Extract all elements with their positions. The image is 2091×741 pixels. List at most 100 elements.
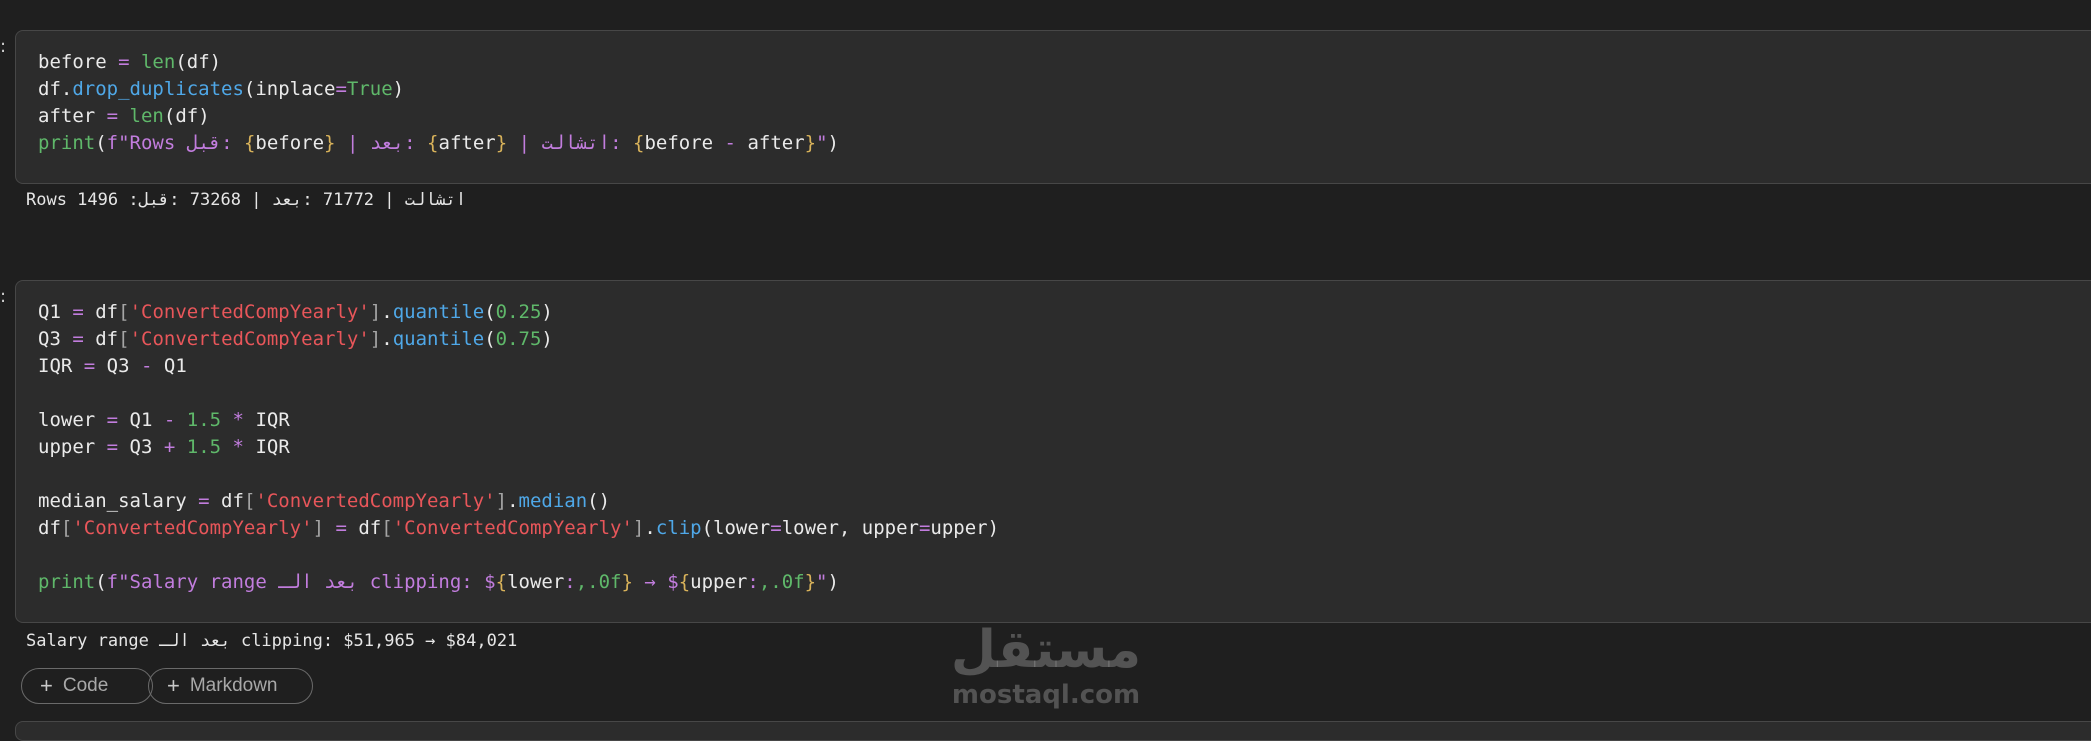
code-token: "	[816, 132, 828, 154]
code-token: f"Salary range بعد الـ clipping: $	[106, 571, 496, 593]
code-token: (df)	[163, 105, 210, 127]
code-line: Q1 = df['ConvertedCompYearly'].quantile(…	[38, 299, 999, 326]
code-editor[interactable]: Q1 = df['ConvertedCompYearly'].quantile(…	[38, 299, 999, 596]
code-token: before	[38, 51, 119, 73]
code-token: *	[232, 436, 244, 458]
add-code-label: Code	[62, 675, 109, 696]
add-markdown-cell-button[interactable]: + Markdown	[148, 668, 313, 704]
code-token: 'ConvertedCompYearly'	[129, 328, 370, 350]
code-token: lower	[38, 409, 107, 431]
code-editor[interactable]: before = len(df) df.drop_duplicates(inpla…	[38, 49, 839, 157]
code-token: 0.75	[495, 328, 542, 350]
code-token: =	[106, 105, 119, 127]
code-line: df['ConvertedCompYearly'] = df['Converte…	[38, 515, 999, 542]
code-token: =	[72, 301, 84, 323]
cell-prompt-marker: :	[0, 286, 7, 307]
code-token: )	[541, 328, 553, 350]
code-token: =	[198, 490, 210, 512]
code-line: df.drop_duplicates(inplace=True)	[38, 76, 839, 103]
code-token: [	[381, 517, 393, 539]
code-token: IQR	[38, 355, 84, 377]
code-token: → $	[632, 571, 679, 593]
code-token: lower, upper	[781, 517, 919, 539]
code-token: median	[518, 490, 588, 512]
code-token: {	[678, 571, 691, 593]
code-token: }	[621, 571, 633, 593]
code-token: f"Rows قبل:	[106, 132, 244, 154]
code-token: 'ConvertedCompYearly'	[255, 490, 496, 512]
code-cell-iqr-clip[interactable]: Q1 = df['ConvertedCompYearly'].quantile(…	[15, 280, 2091, 623]
code-token: =	[770, 517, 782, 539]
code-line: after = len(df)	[38, 103, 839, 130]
code-line: Q3 = df['ConvertedCompYearly'].quantile(…	[38, 326, 999, 353]
code-token: }	[804, 132, 817, 154]
code-token: True	[346, 78, 393, 100]
plus-icon: +	[40, 673, 53, 698]
code-token: after	[736, 132, 805, 154]
code-token: .	[381, 328, 393, 350]
code-token: ()	[587, 490, 611, 512]
code-line: print(f"Salary range بعد الـ clipping: $…	[38, 569, 999, 596]
code-token: [	[118, 301, 130, 323]
code-token: drop_duplicates	[72, 78, 244, 100]
code-token: (	[95, 132, 107, 154]
code-line: before = len(df)	[38, 49, 839, 76]
watermark-arabic: مستقل	[950, 620, 1142, 680]
code-token: Q3	[95, 355, 141, 377]
code-token: )	[827, 132, 839, 154]
code-token: before	[255, 132, 325, 154]
code-token: .	[507, 490, 519, 512]
code-token: upper)	[930, 517, 1000, 539]
code-token: clip	[655, 517, 702, 539]
code-token: }	[324, 132, 336, 154]
code-token: df	[83, 301, 119, 323]
code-token: 1.5	[186, 409, 222, 431]
code-token: {	[633, 132, 645, 154]
code-token: =	[335, 517, 347, 539]
code-token: =	[106, 436, 119, 458]
code-token: print	[38, 132, 96, 154]
code-token: {	[495, 571, 508, 593]
code-token: (	[484, 301, 496, 323]
code-token: df.	[38, 78, 73, 100]
code-token: after	[38, 105, 107, 127]
code-token: 'ConvertedCompYearly'	[129, 301, 370, 323]
code-token: [	[243, 490, 256, 512]
code-token: [	[60, 517, 73, 539]
code-token: (inplace	[243, 78, 336, 100]
code-token: .	[381, 301, 393, 323]
code-token: )	[827, 571, 839, 593]
code-token: =	[72, 328, 84, 350]
code-token: -	[163, 409, 176, 431]
code-line: print(f"Rows قبل: {before} | بعد: {after…	[38, 130, 839, 157]
code-token: -	[724, 132, 736, 154]
code-token: ]	[632, 517, 645, 539]
code-token: (lower	[701, 517, 771, 539]
code-token: {	[243, 132, 256, 154]
code-token: -	[140, 355, 153, 377]
code-token: after	[438, 132, 496, 154]
code-token: )	[541, 301, 553, 323]
code-token: Q1	[38, 301, 73, 323]
code-token: +	[163, 436, 176, 458]
code-token: ]	[369, 328, 382, 350]
code-token: Q3	[38, 328, 73, 350]
next-cell-edge[interactable]	[15, 721, 2091, 741]
code-token: [	[118, 328, 130, 350]
code-token: quantile	[392, 301, 485, 323]
code-token: =	[918, 517, 931, 539]
code-token: Q1	[152, 355, 187, 377]
code-token: | بعد:	[335, 132, 428, 154]
add-code-cell-button[interactable]: + Code	[21, 668, 153, 704]
code-token: 1.5	[186, 436, 222, 458]
code-token: median_salary	[38, 490, 199, 512]
code-token: ]	[495, 490, 508, 512]
code-cell-dedup[interactable]: before = len(df) df.drop_duplicates(inpla…	[15, 30, 2091, 184]
code-token: IQR	[244, 436, 290, 458]
